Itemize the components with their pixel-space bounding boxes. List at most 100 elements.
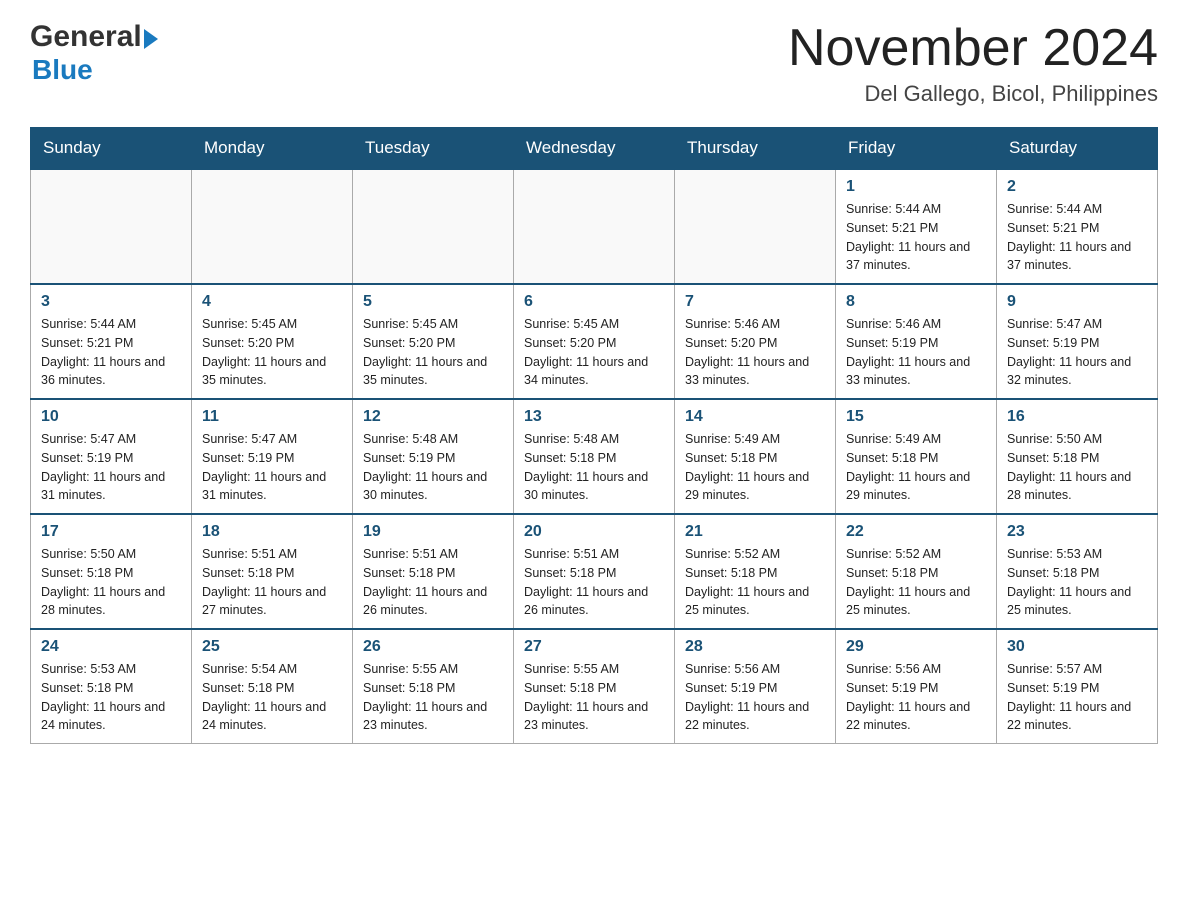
calendar-day-cell: [31, 169, 192, 284]
day-info: Sunrise: 5:51 AMSunset: 5:18 PMDaylight:…: [363, 545, 503, 620]
day-info: Sunrise: 5:44 AMSunset: 5:21 PMDaylight:…: [1007, 200, 1147, 275]
calendar-week-row: 10Sunrise: 5:47 AMSunset: 5:19 PMDayligh…: [31, 399, 1158, 514]
day-number: 14: [685, 408, 825, 426]
day-info: Sunrise: 5:47 AMSunset: 5:19 PMDaylight:…: [41, 430, 181, 505]
day-info: Sunrise: 5:48 AMSunset: 5:18 PMDaylight:…: [524, 430, 664, 505]
calendar-day-cell: 16 Sunrise: 5:50 AMSunset: 5:18 PMDayligh…: [997, 399, 1158, 514]
calendar-day-cell: 14Sunrise: 5:49 AMSunset: 5:18 PMDayligh…: [675, 399, 836, 514]
day-number: 30: [1007, 638, 1147, 656]
day-info: Sunrise: 5:52 AMSunset: 5:18 PMDaylight:…: [846, 545, 986, 620]
calendar-day-cell: 26 Sunrise: 5:55 AMSunset: 5:18 PMDayligh…: [353, 629, 514, 744]
day-info: Sunrise: 5:53 AMSunset: 5:18 PMDaylight:…: [1007, 545, 1147, 620]
calendar-day-header: Tuesday: [353, 128, 514, 170]
calendar-day-cell: 25 Sunrise: 5:54 AMSunset: 5:18 PMDayligh…: [192, 629, 353, 744]
logo-triangle-icon: [144, 29, 158, 49]
location-title: Del Gallego, Bicol, Philippines: [788, 81, 1158, 107]
calendar-day-cell: 6 Sunrise: 5:45 AMSunset: 5:20 PMDaylight…: [514, 284, 675, 399]
day-info: Sunrise: 5:55 AMSunset: 5:18 PMDaylight:…: [363, 660, 503, 735]
day-info: Sunrise: 5:49 AMSunset: 5:18 PMDaylight:…: [846, 430, 986, 505]
calendar-day-header: Sunday: [31, 128, 192, 170]
day-number: 24: [41, 638, 181, 656]
day-number: 13: [524, 408, 664, 426]
calendar-day-header: Monday: [192, 128, 353, 170]
calendar-week-row: 17 Sunrise: 5:50 AMSunset: 5:18 PMDayligh…: [31, 514, 1158, 629]
day-info: Sunrise: 5:45 AMSunset: 5:20 PMDaylight:…: [524, 315, 664, 390]
calendar-day-cell: [675, 169, 836, 284]
calendar-header-row: SundayMondayTuesdayWednesdayThursdayFrid…: [31, 128, 1158, 170]
day-number: 23: [1007, 523, 1147, 541]
calendar-day-cell: 9 Sunrise: 5:47 AMSunset: 5:19 PMDaylight…: [997, 284, 1158, 399]
calendar-day-cell: 19 Sunrise: 5:51 AMSunset: 5:18 PMDayligh…: [353, 514, 514, 629]
calendar-day-cell: 29Sunrise: 5:56 AMSunset: 5:19 PMDayligh…: [836, 629, 997, 744]
day-number: 16: [1007, 408, 1147, 426]
calendar-day-cell: 11 Sunrise: 5:47 AMSunset: 5:19 PMDayligh…: [192, 399, 353, 514]
logo-general: General: [30, 20, 142, 54]
calendar-week-row: 1 Sunrise: 5:44 AMSunset: 5:21 PMDaylight…: [31, 169, 1158, 284]
day-number: 21: [685, 523, 825, 541]
calendar-day-cell: 1 Sunrise: 5:44 AMSunset: 5:21 PMDaylight…: [836, 169, 997, 284]
day-info: Sunrise: 5:56 AMSunset: 5:19 PMDaylight:…: [685, 660, 825, 735]
day-number: 5: [363, 293, 503, 311]
calendar-day-cell: 23 Sunrise: 5:53 AMSunset: 5:18 PMDayligh…: [997, 514, 1158, 629]
day-number: 15: [846, 408, 986, 426]
calendar-day-cell: 20 Sunrise: 5:51 AMSunset: 5:18 PMDayligh…: [514, 514, 675, 629]
calendar-day-cell: 3Sunrise: 5:44 AMSunset: 5:21 PMDaylight…: [31, 284, 192, 399]
day-number: 11: [202, 408, 342, 426]
calendar-day-cell: 2 Sunrise: 5:44 AMSunset: 5:21 PMDaylight…: [997, 169, 1158, 284]
day-number: 20: [524, 523, 664, 541]
calendar-day-cell: 7Sunrise: 5:46 AMSunset: 5:20 PMDaylight…: [675, 284, 836, 399]
page-header: General Blue November 2024 Del Gallego, …: [30, 20, 1158, 107]
day-info: Sunrise: 5:55 AMSunset: 5:18 PMDaylight:…: [524, 660, 664, 735]
day-number: 9: [1007, 293, 1147, 311]
title-section: November 2024 Del Gallego, Bicol, Philip…: [788, 20, 1158, 107]
day-number: 1: [846, 178, 986, 196]
day-number: 17: [41, 523, 181, 541]
day-info: Sunrise: 5:54 AMSunset: 5:18 PMDaylight:…: [202, 660, 342, 735]
calendar-day-cell: 30Sunrise: 5:57 AMSunset: 5:19 PMDayligh…: [997, 629, 1158, 744]
day-number: 6: [524, 293, 664, 311]
calendar-day-cell: 4Sunrise: 5:45 AMSunset: 5:20 PMDaylight…: [192, 284, 353, 399]
day-number: 8: [846, 293, 986, 311]
day-info: Sunrise: 5:48 AMSunset: 5:19 PMDaylight:…: [363, 430, 503, 505]
calendar-day-cell: 15 Sunrise: 5:49 AMSunset: 5:18 PMDayligh…: [836, 399, 997, 514]
day-info: Sunrise: 5:51 AMSunset: 5:18 PMDaylight:…: [524, 545, 664, 620]
day-number: 2: [1007, 178, 1147, 196]
day-number: 18: [202, 523, 342, 541]
day-number: 22: [846, 523, 986, 541]
calendar-day-cell: 5Sunrise: 5:45 AMSunset: 5:20 PMDaylight…: [353, 284, 514, 399]
calendar-day-header: Saturday: [997, 128, 1158, 170]
day-number: 27: [524, 638, 664, 656]
day-number: 19: [363, 523, 503, 541]
day-info: Sunrise: 5:44 AMSunset: 5:21 PMDaylight:…: [846, 200, 986, 275]
day-info: Sunrise: 5:52 AMSunset: 5:18 PMDaylight:…: [685, 545, 825, 620]
day-info: Sunrise: 5:56 AMSunset: 5:19 PMDaylight:…: [846, 660, 986, 735]
calendar-day-cell: 22 Sunrise: 5:52 AMSunset: 5:18 PMDayligh…: [836, 514, 997, 629]
calendar-day-cell: 10Sunrise: 5:47 AMSunset: 5:19 PMDayligh…: [31, 399, 192, 514]
calendar-day-cell: [514, 169, 675, 284]
calendar-week-row: 3Sunrise: 5:44 AMSunset: 5:21 PMDaylight…: [31, 284, 1158, 399]
calendar-day-cell: [353, 169, 514, 284]
day-info: Sunrise: 5:47 AMSunset: 5:19 PMDaylight:…: [202, 430, 342, 505]
calendar-day-cell: 13 Sunrise: 5:48 AMSunset: 5:18 PMDayligh…: [514, 399, 675, 514]
day-number: 26: [363, 638, 503, 656]
day-number: 25: [202, 638, 342, 656]
calendar-day-cell: 28Sunrise: 5:56 AMSunset: 5:19 PMDayligh…: [675, 629, 836, 744]
calendar-table: SundayMondayTuesdayWednesdayThursdayFrid…: [30, 127, 1158, 744]
day-info: Sunrise: 5:47 AMSunset: 5:19 PMDaylight:…: [1007, 315, 1147, 390]
day-info: Sunrise: 5:50 AMSunset: 5:18 PMDaylight:…: [41, 545, 181, 620]
day-info: Sunrise: 5:53 AMSunset: 5:18 PMDaylight:…: [41, 660, 181, 735]
calendar-day-cell: 12 Sunrise: 5:48 AMSunset: 5:19 PMDayligh…: [353, 399, 514, 514]
day-info: Sunrise: 5:51 AMSunset: 5:18 PMDaylight:…: [202, 545, 342, 620]
day-info: Sunrise: 5:46 AMSunset: 5:20 PMDaylight:…: [685, 315, 825, 390]
calendar-day-cell: 21 Sunrise: 5:52 AMSunset: 5:18 PMDayligh…: [675, 514, 836, 629]
day-number: 12: [363, 408, 503, 426]
calendar-day-header: Wednesday: [514, 128, 675, 170]
calendar-week-row: 24 Sunrise: 5:53 AMSunset: 5:18 PMDayligh…: [31, 629, 1158, 744]
day-info: Sunrise: 5:50 AMSunset: 5:18 PMDaylight:…: [1007, 430, 1147, 505]
logo[interactable]: General Blue: [30, 20, 158, 86]
calendar-day-header: Thursday: [675, 128, 836, 170]
day-info: Sunrise: 5:46 AMSunset: 5:19 PMDaylight:…: [846, 315, 986, 390]
calendar-day-cell: 24 Sunrise: 5:53 AMSunset: 5:18 PMDayligh…: [31, 629, 192, 744]
month-title: November 2024: [788, 20, 1158, 77]
day-number: 3: [41, 293, 181, 311]
